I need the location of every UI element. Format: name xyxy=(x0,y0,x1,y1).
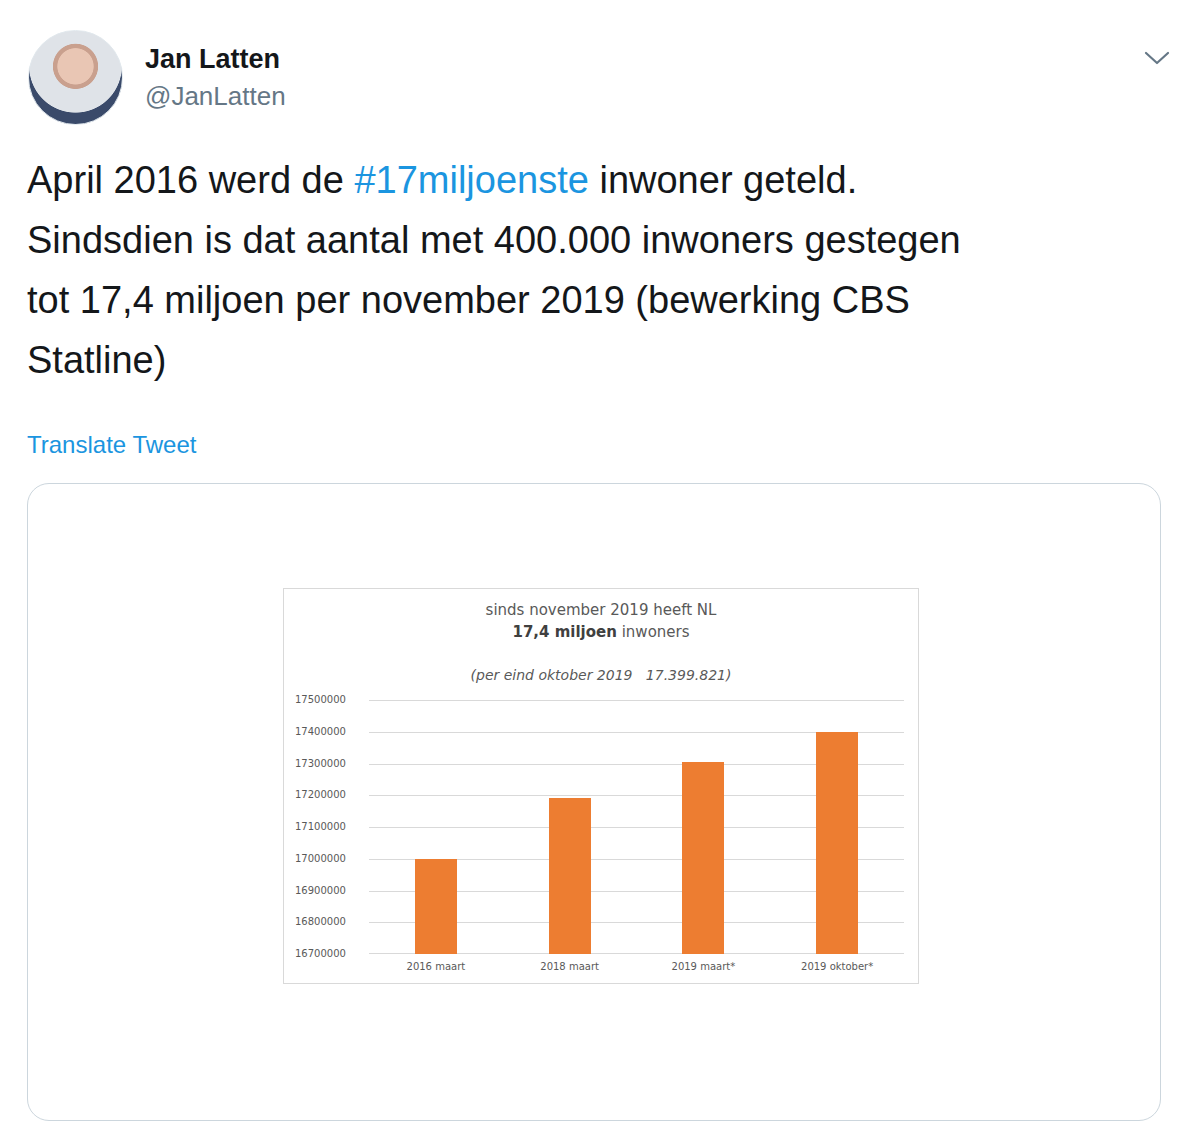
chart-title: sinds november 2019 heeft NL xyxy=(284,600,918,620)
author: Jan Latten@JanLatten xyxy=(145,30,1144,113)
x-label: 2019 maart* xyxy=(637,960,771,973)
text-segment: Statline) xyxy=(27,339,166,381)
bar xyxy=(415,859,457,954)
media-card[interactable]: sinds november 2019 heeft NL17,4 miljoen… xyxy=(27,483,1161,1121)
x-label: 2019 oktober* xyxy=(770,960,904,973)
text-line: April 2016 werd de #17miljoenste inwoner… xyxy=(27,150,1162,210)
author-name[interactable]: Jan Latten xyxy=(145,42,1144,76)
avatar[interactable] xyxy=(28,30,123,125)
hashtag-link[interactable]: #17miljoenste xyxy=(354,159,588,201)
y-tick: 16700000 xyxy=(295,948,346,960)
y-tick: 16900000 xyxy=(295,885,346,897)
bar-slot xyxy=(503,700,637,954)
tweet-header: Jan Latten@JanLatten xyxy=(27,30,1162,125)
plot-area: 1750000017400000173000001720000017100000… xyxy=(284,700,918,954)
text-segment: Sindsdien is dat aantal met 400.000 inwo… xyxy=(27,219,961,261)
text-segment: tot 17,4 miljoen per november 2019 (bewe… xyxy=(27,279,910,321)
bar-slot xyxy=(770,700,904,954)
bar xyxy=(816,732,858,954)
chevron-down-icon[interactable] xyxy=(1144,50,1170,66)
chart-subtitle: 17,4 miljoen inwoners xyxy=(284,622,918,642)
chart-note: (per eind oktober 2019 17.399.821) xyxy=(284,666,918,684)
y-tick: 16800000 xyxy=(295,916,346,928)
bar xyxy=(682,762,724,954)
bar-slot xyxy=(637,700,771,954)
translate-link[interactable]: Translate Tweet xyxy=(27,430,1162,460)
text-line: Sindsdien is dat aantal met 400.000 inwo… xyxy=(27,210,1162,270)
x-axis: 2016 maart2018 maart2019 maart*2019 okto… xyxy=(369,960,904,983)
y-tick: 17500000 xyxy=(295,694,346,706)
plot xyxy=(369,700,904,954)
gridline xyxy=(369,700,904,701)
subtitle-bold: 17,4 miljoen xyxy=(512,623,616,641)
bar-slot xyxy=(369,700,503,954)
author-handle[interactable]: @JanLatten xyxy=(145,79,1144,113)
subtitle-rest: inwoners xyxy=(617,623,690,641)
text-segment: inwoner geteld. xyxy=(589,159,857,201)
y-tick: 17400000 xyxy=(295,726,346,738)
population-chart: sinds november 2019 heeft NL17,4 miljoen… xyxy=(283,588,919,984)
bars xyxy=(369,700,904,954)
bar xyxy=(549,798,591,954)
x-label: 2016 maart xyxy=(369,960,503,973)
x-label: 2018 maart xyxy=(503,960,637,973)
text-segment: April 2016 werd de xyxy=(27,159,354,201)
y-tick: 17200000 xyxy=(295,789,346,801)
text-line: tot 17,4 miljoen per november 2019 (bewe… xyxy=(27,270,1162,330)
y-tick: 17000000 xyxy=(295,853,346,865)
y-tick: 17100000 xyxy=(295,821,346,833)
tweet-text: April 2016 werd de #17miljoenste inwoner… xyxy=(27,150,1162,390)
text-line: Statline) xyxy=(27,330,1162,390)
y-tick: 17300000 xyxy=(295,758,346,770)
